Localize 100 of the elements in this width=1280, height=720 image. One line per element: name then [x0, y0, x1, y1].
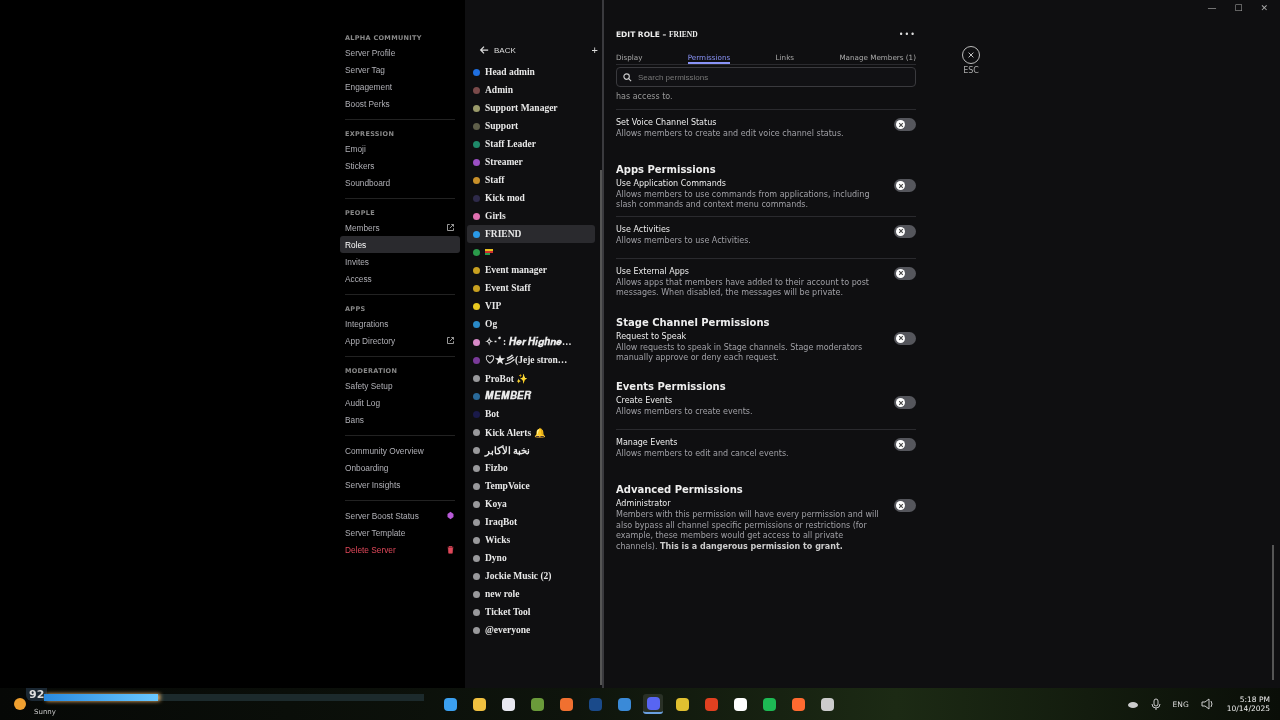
- role-name: TempVoice: [485, 481, 530, 491]
- role-item[interactable]: Wicks: [467, 531, 595, 549]
- nav-item[interactable]: Safety Setup: [340, 377, 460, 394]
- nav-item[interactable]: Invites: [340, 253, 460, 270]
- toggle-switch[interactable]: [894, 438, 916, 452]
- nav-item[interactable]: Members: [340, 219, 460, 236]
- role-name: Fizbo: [485, 463, 508, 473]
- toggle-switch[interactable]: [894, 224, 916, 238]
- role-item[interactable]: ♡★彡(Jeje stron…: [467, 351, 595, 369]
- section-heading: Advanced Permissions: [616, 484, 744, 496]
- nav-item[interactable]: Server Tag: [340, 61, 460, 78]
- role-item[interactable]: Staff Leader: [467, 135, 595, 153]
- role-item[interactable]: Kick mod: [467, 189, 595, 207]
- nav-item[interactable]: Soundboard: [340, 174, 460, 191]
- role-item[interactable]: Jockie Music (2): [467, 567, 595, 585]
- nav-item[interactable]: Server Profile: [340, 44, 460, 61]
- permission-description: has access to.: [616, 92, 674, 103]
- role-name: Admin: [485, 85, 513, 95]
- x-icon: [897, 335, 904, 342]
- role-name: new role: [485, 589, 520, 599]
- role-item[interactable]: Support Manager: [467, 99, 595, 117]
- search-input[interactable]: Search permissions: [638, 72, 818, 82]
- role-item[interactable]: @everyone: [467, 621, 595, 639]
- role-item[interactable]: Event Staff: [467, 279, 595, 297]
- role-item[interactable]: Fizbo: [467, 459, 595, 477]
- section-heading: Events Permissions: [616, 381, 727, 393]
- back-button[interactable]: BACK: [479, 45, 516, 55]
- permission-name: Administrator: [616, 499, 672, 509]
- search-field[interactable]: Search permissions: [616, 67, 916, 87]
- role-name: Koya: [485, 499, 507, 509]
- close-icon: [967, 51, 975, 59]
- nav-item[interactable]: Server Boost Status: [340, 507, 460, 524]
- toggle-switch[interactable]: [894, 499, 916, 513]
- add-role-button[interactable]: +: [591, 44, 598, 56]
- nav-item[interactable]: Server Template: [340, 524, 460, 541]
- role-item[interactable]: ProBot ✨: [467, 369, 595, 387]
- role-item[interactable]: Streamer: [467, 153, 595, 171]
- role-name: VIP: [485, 301, 502, 311]
- speaker-icon[interactable]: [1200, 698, 1215, 710]
- trash-icon: [446, 545, 455, 554]
- nav-item[interactable]: App Directory: [340, 332, 460, 349]
- nav-item[interactable]: Delete Server: [340, 541, 460, 558]
- window-control[interactable]: ✕: [1260, 3, 1268, 13]
- permission-description: Allows members to use commands from applications, including slash commands and context menu commands.: [616, 190, 871, 211]
- role-name: ProBot ✨: [485, 372, 529, 384]
- nav-item[interactable]: Community Overview: [340, 442, 460, 459]
- toggle-switch[interactable]: [894, 118, 916, 131]
- role-item[interactable]: Event manager: [467, 261, 595, 279]
- role-name: Ticket Tool: [485, 607, 531, 617]
- role-item[interactable]: 𝑴𝑬𝑴𝑩𝑬𝑹: [467, 387, 595, 405]
- role-item[interactable]: Koya: [467, 495, 595, 513]
- nav-item[interactable]: Boost Perks: [340, 95, 460, 112]
- role-item[interactable]: Dyno: [467, 549, 595, 567]
- role-item[interactable]: نخبة الأكابر: [467, 441, 595, 459]
- window-control[interactable]: —: [1207, 3, 1217, 13]
- role-item[interactable]: FRIEND: [467, 225, 595, 243]
- role-item[interactable]: TempVoice: [467, 477, 595, 495]
- permission-description: Members with this permission will have every permission and will also bypass all channel specific permissions or restrictions (for example, these members would get access to all private channels). This is a dangerous permission to grant.: [616, 510, 880, 552]
- role-name: 𝑴𝑬𝑴𝑩𝑬𝑹: [485, 390, 531, 402]
- role-item[interactable]: Staff: [467, 171, 595, 189]
- role-name: Staff: [485, 175, 505, 185]
- role-item[interactable]: Admin: [467, 81, 595, 99]
- nav-item[interactable]: Roles: [340, 236, 460, 253]
- role-item[interactable]: Support: [467, 117, 595, 135]
- permission-name: Create Events: [616, 396, 674, 406]
- role-name: Event manager: [485, 265, 547, 275]
- role-item[interactable]: Girls: [467, 207, 595, 225]
- role-item[interactable]: IraqBot: [467, 513, 595, 531]
- nav-item[interactable]: Audit Log: [340, 394, 460, 411]
- role-item[interactable]: VIP: [467, 297, 595, 315]
- role-item[interactable]: Kick Alerts 🔔: [467, 423, 595, 441]
- nav-item[interactable]: Emoji: [340, 140, 460, 157]
- section-heading: Stage Channel Permissions: [616, 316, 771, 328]
- permission-description: Allows members to create and edit voice channel status.: [616, 129, 845, 140]
- role-name: Kick Alerts 🔔: [485, 426, 546, 438]
- permission-description: Allow requests to speak in Stage channels. Stage moderators manually approve or deny each request.: [616, 342, 864, 364]
- more-button[interactable]: •••: [898, 29, 916, 39]
- role-name: ✧･ﾟ: 𝑯𝒆𝒓 𝑯𝒊𝒈𝒉𝒏𝒆…: [485, 336, 572, 348]
- toggle-switch[interactable]: [894, 266, 916, 280]
- nav-item[interactable]: Bans: [340, 411, 460, 428]
- role-name: Head admin: [485, 67, 535, 77]
- toggle-switch[interactable]: [894, 396, 916, 410]
- nav-item[interactable]: Server Insights: [340, 476, 460, 493]
- role-name: Dyno: [485, 553, 507, 563]
- toggle-switch[interactable]: [894, 179, 916, 192]
- role-item[interactable]: ✧･ﾟ: 𝑯𝒆𝒓 𝑯𝒊𝒈𝒉𝒏𝒆…: [467, 333, 595, 351]
- role-item[interactable]: Head admin: [467, 63, 595, 81]
- role-item[interactable]: Bot: [467, 405, 595, 423]
- nav-item[interactable]: Onboarding: [340, 459, 460, 476]
- nav-item[interactable]: Access: [340, 270, 460, 287]
- microphone-icon: [1150, 698, 1161, 710]
- role-item[interactable]: Og: [467, 315, 595, 333]
- window-control[interactable]: ☐: [1234, 3, 1243, 13]
- nav-item[interactable]: Stickers: [340, 157, 460, 174]
- nav-item[interactable]: Integrations: [340, 315, 460, 332]
- role-item[interactable]: Ticket Tool: [467, 603, 595, 621]
- permission-name: Manage Events: [616, 438, 679, 448]
- role-item[interactable]: new role: [467, 585, 595, 603]
- toggle-switch[interactable]: [894, 331, 916, 345]
- nav-item[interactable]: Engagement: [340, 78, 460, 95]
